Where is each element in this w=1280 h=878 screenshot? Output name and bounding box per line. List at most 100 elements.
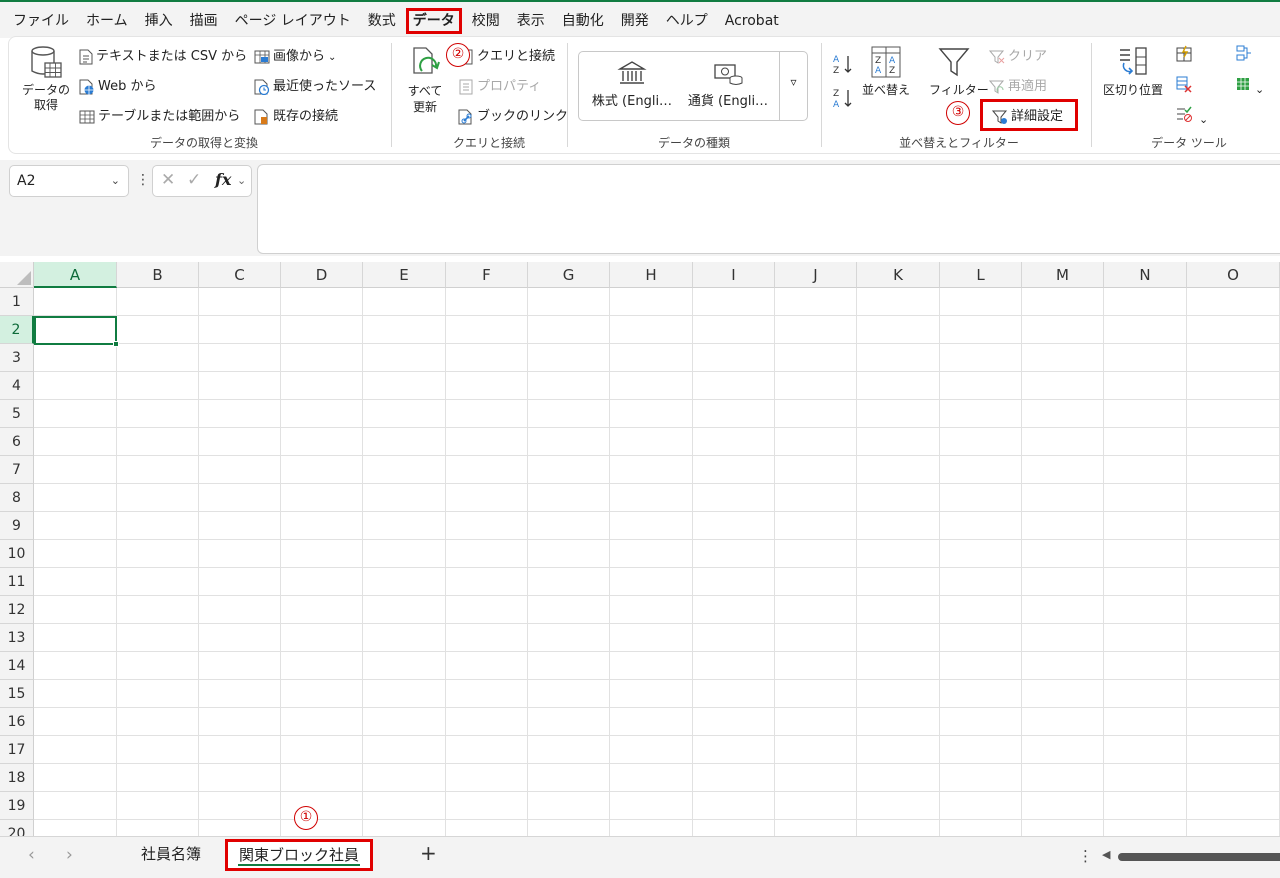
recent-sources-button[interactable]: 最近使ったソース bbox=[254, 75, 376, 95]
sheet-tab-kanto-block[interactable]: 関東ブロック社員 bbox=[225, 839, 373, 871]
select-all-corner[interactable] bbox=[0, 262, 34, 288]
tab-review[interactable]: 校閲 bbox=[465, 8, 507, 34]
queries-connections-button[interactable]: クエリと接続 bbox=[458, 45, 555, 65]
existing-connections-button[interactable]: 既存の接続 bbox=[254, 105, 338, 125]
row-header-9[interactable]: 9 bbox=[0, 512, 34, 540]
from-table-range-button[interactable]: テーブルまたは範囲から bbox=[79, 105, 240, 125]
scroll-left-icon[interactable]: ◀ bbox=[1102, 848, 1110, 861]
from-picture-button[interactable]: 画像から ⌄ bbox=[254, 45, 336, 65]
text-to-columns-icon bbox=[1120, 47, 1147, 75]
text-to-columns-label: 区切り位置 bbox=[1102, 83, 1163, 97]
remove-duplicates-button[interactable] bbox=[1175, 75, 1193, 97]
row-header-10[interactable]: 10 bbox=[0, 540, 34, 568]
cancel-icon[interactable]: ✕ bbox=[161, 170, 175, 190]
tab-data[interactable]: データ bbox=[405, 8, 462, 34]
from-text-csv-button[interactable]: テキストまたは CSV から bbox=[79, 45, 247, 65]
row-header-12[interactable]: 12 bbox=[0, 596, 34, 624]
row-header-5[interactable]: 5 bbox=[0, 400, 34, 428]
text-to-columns-button[interactable]: 区切り位置 bbox=[1101, 45, 1165, 98]
tab-home[interactable]: ホーム bbox=[79, 8, 135, 34]
column-header-m[interactable]: M bbox=[1022, 262, 1104, 288]
get-data-button[interactable]: データの 取得 bbox=[21, 45, 71, 113]
tab-formulas[interactable]: 数式 bbox=[361, 8, 403, 34]
properties-button[interactable]: プロパティ bbox=[458, 75, 541, 95]
row-header-7[interactable]: 7 bbox=[0, 456, 34, 484]
column-header-i[interactable]: I bbox=[693, 262, 775, 288]
tab-automate[interactable]: 自動化 bbox=[555, 8, 611, 34]
tab-view[interactable]: 表示 bbox=[510, 8, 552, 34]
row-header-20[interactable]: 20 bbox=[0, 820, 34, 836]
row-header-8[interactable]: 8 bbox=[0, 484, 34, 512]
formula-buttons: ✕ ✓ fx ⌄ bbox=[152, 165, 252, 197]
name-box[interactable]: A2 ⌄ bbox=[9, 165, 129, 197]
column-header-a[interactable]: A bbox=[34, 262, 117, 288]
row-header-18[interactable]: 18 bbox=[0, 764, 34, 792]
tab-page-layout[interactable]: ページ レイアウト bbox=[228, 8, 358, 34]
currencies-button[interactable]: 通貨 (Engli… bbox=[682, 60, 774, 109]
existing-connections-label: 既存の接続 bbox=[273, 109, 339, 124]
tab-insert[interactable]: 挿入 bbox=[138, 8, 180, 34]
column-header-h[interactable]: H bbox=[610, 262, 693, 288]
fill-handle[interactable] bbox=[113, 341, 119, 347]
row-header-11[interactable]: 11 bbox=[0, 568, 34, 596]
formula-input[interactable] bbox=[257, 164, 1280, 254]
row-header-15[interactable]: 15 bbox=[0, 680, 34, 708]
worksheet-grid: A B C D E F G H I J K L M N O 1 2 3 4 5 6 7 8 9 10 11 12 13 14 15 16 17… bbox=[0, 262, 1280, 836]
column-header-o[interactable]: O bbox=[1187, 262, 1280, 288]
chevron-down-icon: ⌄ bbox=[1199, 113, 1209, 126]
data-validation-button[interactable]: ⌄ bbox=[1175, 105, 1208, 127]
group-separator bbox=[567, 43, 568, 147]
prev-sheet-icon[interactable]: ‹ bbox=[28, 845, 35, 865]
column-header-e[interactable]: E bbox=[363, 262, 446, 288]
column-header-d[interactable]: D bbox=[281, 262, 363, 288]
row-header-2[interactable]: 2 bbox=[0, 316, 34, 344]
from-web-button[interactable]: Web から bbox=[79, 75, 156, 95]
filter-button[interactable]: フィルター bbox=[929, 45, 989, 98]
data-tools-group-label: データ ツール bbox=[1151, 136, 1227, 150]
insert-function-icon[interactable]: fx bbox=[215, 170, 231, 189]
tab-draw[interactable]: 描画 bbox=[183, 8, 225, 34]
data-model-button[interactable]: ⌄ bbox=[1235, 75, 1264, 97]
sort-button[interactable]: ZAAZ 並べ替え bbox=[861, 45, 911, 98]
flash-fill-button[interactable] bbox=[1175, 45, 1193, 67]
row-header-13[interactable]: 13 bbox=[0, 624, 34, 652]
row-header-14[interactable]: 14 bbox=[0, 652, 34, 680]
tab-help[interactable]: ヘルプ bbox=[659, 8, 715, 34]
column-header-l[interactable]: L bbox=[940, 262, 1022, 288]
row-header-6[interactable]: 6 bbox=[0, 428, 34, 456]
tab-acrobat[interactable]: Acrobat bbox=[718, 8, 786, 34]
row-header-3[interactable]: 3 bbox=[0, 344, 34, 372]
column-header-n[interactable]: N bbox=[1104, 262, 1187, 288]
more-options-icon[interactable]: ⋮ bbox=[136, 172, 150, 188]
sort-ascending-button[interactable]: AZ bbox=[832, 53, 854, 79]
gridline bbox=[34, 679, 1280, 680]
more-options-icon[interactable]: ⋮ bbox=[1078, 847, 1093, 865]
sheet-tab-employee-list[interactable]: 社員名簿 bbox=[141, 843, 201, 864]
consolidate-button[interactable] bbox=[1235, 45, 1253, 67]
clear-filter-button[interactable]: クリア bbox=[989, 45, 1047, 65]
column-header-c[interactable]: C bbox=[199, 262, 281, 288]
tab-file[interactable]: ファイル bbox=[6, 8, 76, 34]
selected-cell-a2[interactable] bbox=[34, 316, 119, 347]
row-header-19[interactable]: 19 bbox=[0, 792, 34, 820]
column-header-j[interactable]: J bbox=[775, 262, 857, 288]
row-header-17[interactable]: 17 bbox=[0, 736, 34, 764]
tab-developer[interactable]: 開発 bbox=[614, 8, 656, 34]
stocks-button[interactable]: 株式 (Engli… bbox=[587, 60, 677, 109]
column-header-g[interactable]: G bbox=[528, 262, 610, 288]
reapply-button[interactable]: 再適用 bbox=[989, 75, 1047, 95]
row-header-1[interactable]: 1 bbox=[0, 288, 34, 316]
column-header-f[interactable]: F bbox=[446, 262, 528, 288]
enter-check-icon[interactable]: ✓ bbox=[187, 170, 201, 190]
sort-descending-button[interactable]: ZA bbox=[832, 87, 854, 113]
column-header-k[interactable]: K bbox=[857, 262, 940, 288]
workbook-links-button[interactable]: ブックのリンク bbox=[458, 105, 568, 125]
row-header-4[interactable]: 4 bbox=[0, 372, 34, 400]
column-header-b[interactable]: B bbox=[117, 262, 199, 288]
gallery-expand-icon[interactable]: ▿ bbox=[779, 52, 807, 120]
add-sheet-button[interactable]: + bbox=[420, 841, 437, 865]
refresh-all-button[interactable]: すべて 更新 bbox=[403, 45, 447, 115]
next-sheet-icon[interactable]: › bbox=[66, 845, 73, 865]
horizontal-scrollbar[interactable] bbox=[1118, 853, 1280, 861]
row-header-16[interactable]: 16 bbox=[0, 708, 34, 736]
